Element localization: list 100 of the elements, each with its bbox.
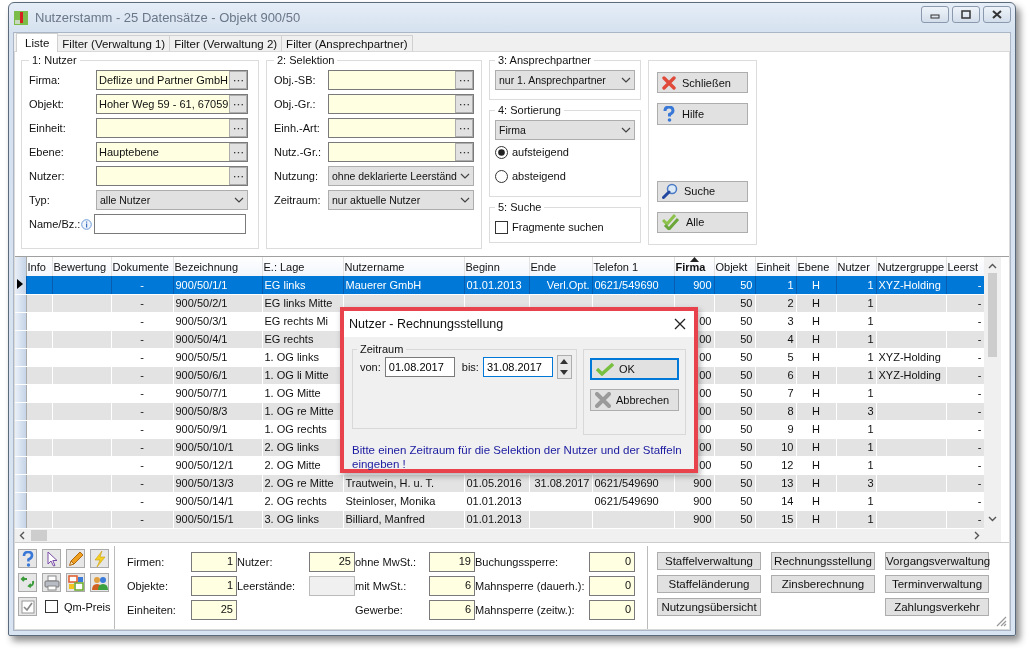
- pointer-button[interactable]: [42, 549, 61, 568]
- table-row[interactable]: - 900/50/14/1 2. OG rechts Steinloser, Monika 01.01.2013 0621/549690 900 50 14 H 1 -: [15, 492, 984, 510]
- column-header[interactable]: Firma: [674, 257, 714, 276]
- info-icon[interactable]: [81, 218, 93, 230]
- windows-button[interactable]: [66, 573, 85, 592]
- scroll-left-icon[interactable]: [19, 531, 25, 540]
- nav-button[interactable]: Zahlungsverkehr: [885, 598, 989, 616]
- dropdown[interactable]: nur aktuelle Nutzer: [328, 190, 474, 210]
- row-header[interactable]: [15, 276, 26, 294]
- edit-button[interactable]: [66, 549, 85, 568]
- lookup-field[interactable]: Hauptebene: [96, 142, 248, 162]
- browse-button[interactable]: [229, 119, 247, 137]
- resize-grip-icon[interactable]: [996, 616, 1007, 627]
- date-field[interactable]: 01.08.2017: [384, 357, 455, 377]
- help-button[interactable]: [18, 549, 37, 568]
- radio-button[interactable]: [495, 145, 508, 159]
- tab[interactable]: Filter (Verwaltung 1): [57, 35, 171, 51]
- column-header[interactable]: Ebene: [796, 257, 836, 276]
- dropdown[interactable]: Firma: [495, 120, 635, 140]
- nav-button[interactable]: Nutzungsübersicht: [657, 598, 761, 616]
- table-row[interactable]: - 900/50/15/1 3. OG links Billiard, Manfred 01.01.2013 900 50 15 H 1 -: [15, 510, 984, 528]
- browse-button[interactable]: [455, 95, 473, 113]
- lookup-field[interactable]: [328, 118, 474, 138]
- column-header[interactable]: Bewertung: [52, 257, 111, 276]
- action-button[interactable]: Suche: [657, 180, 748, 202]
- dialog-button[interactable]: OK: [589, 358, 679, 380]
- tab[interactable]: Filter (Ansprechpartner): [281, 35, 413, 51]
- lookup-field[interactable]: Hoher Weg 59 - 61, 67059: [96, 94, 248, 114]
- date-field[interactable]: 31.08.2017: [482, 357, 553, 377]
- scrollbar[interactable]: [984, 257, 1001, 542]
- print-button[interactable]: [42, 573, 61, 592]
- column-header[interactable]: Nutzername: [343, 257, 464, 276]
- browse-button[interactable]: [229, 95, 247, 113]
- maximize-button[interactable]: [952, 6, 980, 23]
- lookup-field[interactable]: [328, 70, 474, 90]
- people-button[interactable]: [90, 573, 109, 592]
- column-header[interactable]: Ende: [529, 257, 592, 276]
- dropdown[interactable]: alle Nutzer: [96, 190, 248, 210]
- nav-button[interactable]: Zinsberechnung: [771, 575, 875, 593]
- column-header[interactable]: Einheit: [755, 257, 796, 276]
- scroll-right-icon[interactable]: [974, 531, 980, 540]
- lookup-field[interactable]: [96, 166, 248, 186]
- scroll-up-icon[interactable]: [988, 263, 997, 269]
- checkbox[interactable]: [45, 600, 58, 613]
- nav-button[interactable]: Terminverwaltung: [885, 575, 989, 593]
- confirm-button[interactable]: [18, 597, 37, 616]
- column-header[interactable]: Dokumente: [111, 257, 173, 276]
- dropdown[interactable]: ohne deklarierte Leerständ: [328, 166, 474, 186]
- spin-button[interactable]: [556, 355, 572, 379]
- nav-button[interactable]: Rechnungsstellung: [771, 552, 875, 570]
- column-header[interactable]: Beginn: [464, 257, 529, 276]
- action-button[interactable]: Schließen: [657, 72, 748, 94]
- column-header[interactable]: Nutzer: [836, 257, 876, 276]
- lightning-button[interactable]: [90, 549, 109, 568]
- dropdown[interactable]: nur 1. Ansprechpartner: [495, 70, 635, 90]
- lookup-field[interactable]: [96, 118, 248, 138]
- spin-up-icon[interactable]: [560, 359, 569, 364]
- action-button[interactable]: Alle: [657, 211, 748, 233]
- column-header[interactable]: Objekt: [714, 257, 755, 276]
- browse-button[interactable]: [229, 71, 247, 89]
- table-row[interactable]: - 900/50/1/1 EG links Mauerer GmbH 01.01.2013 Verl.Opt. 0621/549690 900 50 1 H 1 XYZ-Holding -: [15, 276, 984, 294]
- lookup-field[interactable]: [328, 94, 474, 114]
- checkbox[interactable]: [495, 220, 508, 234]
- spin-down-icon[interactable]: [560, 370, 569, 375]
- browse-button[interactable]: [455, 119, 473, 137]
- action-button[interactable]: Hilfe: [657, 103, 748, 125]
- table-row[interactable]: - 900/50/13/3 2. OG re Mitte Trautwein, H. u. T. 01.05.2016 31.08.2017 0621/549690 900 50 13 H 3 -: [15, 474, 984, 492]
- browse-button[interactable]: [455, 143, 473, 161]
- dialog-button[interactable]: Abbrechen: [589, 389, 679, 411]
- lookup-field[interactable]: [328, 142, 474, 162]
- browse-button[interactable]: [455, 71, 473, 89]
- input-field[interactable]: [94, 214, 247, 234]
- scroll-thumb[interactable]: [988, 273, 997, 357]
- column-header[interactable]: Nutzergruppe: [876, 257, 946, 276]
- table-cell: 50: [714, 312, 755, 330]
- chevron-down-icon: [460, 173, 470, 179]
- minimize-button[interactable]: [921, 6, 949, 23]
- tab[interactable]: Liste: [16, 33, 59, 52]
- browse-button[interactable]: [229, 167, 247, 185]
- radio-button[interactable]: [495, 169, 508, 183]
- counter-label: Nutzer:: [237, 555, 274, 568]
- ellipsis-icon: [233, 78, 243, 82]
- nav-button[interactable]: Staffeländerung: [657, 575, 761, 593]
- column-header[interactable]: Bezeichnung: [173, 257, 262, 276]
- tab[interactable]: Filter (Verwaltung 2): [169, 35, 283, 51]
- column-header[interactable]: Info: [26, 257, 52, 276]
- lookup-field[interactable]: Deflize und Partner GmbH: [96, 70, 248, 90]
- nav-button[interactable]: Vorgangsverwaltung: [885, 552, 989, 570]
- scrollbar[interactable]: [15, 529, 984, 542]
- column-header[interactable]: Leerst: [946, 257, 984, 276]
- group-title: 2: Selektion: [276, 54, 336, 66]
- column-header[interactable]: Telefon 1: [592, 257, 674, 276]
- refresh-button[interactable]: [18, 573, 37, 592]
- close-button[interactable]: [983, 6, 1011, 23]
- nav-button[interactable]: Staffelverwaltung: [657, 552, 761, 570]
- browse-button[interactable]: [229, 143, 247, 161]
- checkbox-label: Qm-Preis: [64, 600, 111, 613]
- scroll-thumb[interactable]: [31, 530, 47, 541]
- column-header[interactable]: E.: Lage: [262, 257, 343, 276]
- scroll-down-icon[interactable]: [988, 516, 997, 522]
